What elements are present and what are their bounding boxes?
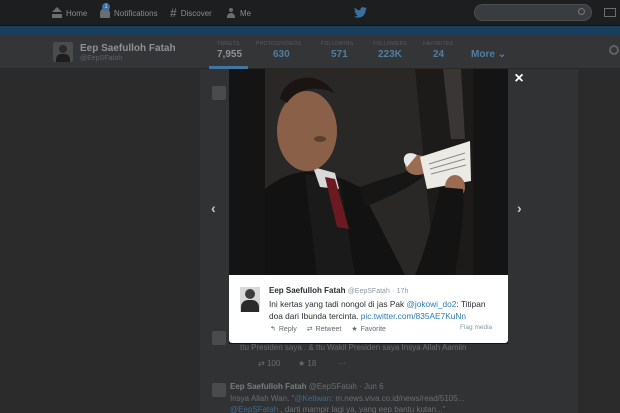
timeline-tweet-line: Insya Allah Wan. "@Ketiwan: m.news.viva.… (230, 394, 464, 403)
gear-icon[interactable] (609, 45, 619, 55)
stat-tweets-value: 7,955 (217, 49, 243, 60)
previous-arrow-icon[interactable]: ‹ (211, 200, 216, 216)
star-icon: ★ (351, 326, 358, 333)
timeline-tweet-text-part: , darti mampir lagi ya, yang eep bantu k… (278, 405, 446, 413)
hashtag-icon: # (170, 6, 177, 20)
tweet-text: Ini kertas yang tadi nongol di jas Pak @… (269, 298, 499, 322)
stat-tweets[interactable]: TWEETS 7,955 (217, 41, 242, 60)
timeline-mention-link[interactable]: @Ketiwan (294, 394, 331, 403)
stat-favorites-label: FAVORITES (423, 41, 454, 47)
flag-media-link[interactable]: Flag media (460, 324, 492, 331)
direct-messages-icon[interactable] (604, 8, 616, 17)
tweet-actions: ↰ Reply ⇄ Retweet ★ Favorite (270, 324, 396, 334)
timeline-more-actions[interactable]: ··· (338, 359, 346, 368)
stat-photos-value: 630 (273, 49, 290, 60)
stat-photos-label: PHOTOS/VIDEOS (256, 41, 302, 47)
timeline-tweet-text-part: Insya Allah Wan. " (230, 394, 295, 403)
timeline-avatar[interactable] (212, 331, 226, 345)
timeline-avatar[interactable] (212, 383, 226, 397)
retweet-count: 100 (266, 359, 281, 368)
tweet-author-handle[interactable]: @EepSFatah (348, 288, 390, 295)
twitter-bird-icon[interactable] (354, 7, 367, 18)
photo-illustration (265, 69, 473, 275)
retweet-icon: ⇄ (306, 326, 313, 333)
star-icon: ★ (298, 359, 306, 368)
tweet-card: Eep Saefulloh Fatah @EepSFatah · 17h Ini… (229, 275, 508, 343)
reply-icon: ↰ (270, 326, 276, 333)
retweet-label: Retweet (315, 325, 342, 333)
stat-tweets-label: TWEETS (217, 41, 240, 47)
nav-me[interactable]: Me (226, 6, 251, 20)
stat-followers[interactable]: FOLLOWERS 223K (373, 41, 407, 60)
nav-home[interactable]: Home (52, 6, 87, 20)
tweet-pic-link[interactable]: pic.twitter.com/835AE7KuNn (361, 311, 466, 321)
favorite-label: Favorite (360, 325, 386, 333)
tweet-text-part: Ini kertas yang tadi nongol di jas Pak (269, 299, 407, 309)
stat-followers-label: FOLLOWERS (373, 41, 408, 47)
tweet-separator: · (392, 288, 395, 295)
search-icon[interactable] (578, 8, 585, 15)
person-icon (226, 8, 236, 18)
notification-count-badge: 1 (102, 3, 110, 11)
timeline-retweet-count[interactable]: ⇄ 100 (258, 359, 280, 368)
timeline-favorite-count[interactable]: ★ 18 (298, 359, 316, 368)
retweet-icon: ⇄ (258, 359, 265, 368)
stat-following-label: FOLLOWING (321, 41, 354, 47)
timeline-tweet-header: Eep Saefulloh Fatah @EepSFatah · Jun 6 (230, 382, 384, 391)
chevron-down-icon: ⌄ (497, 49, 507, 60)
nav-discover-label: Discover (180, 8, 212, 18)
timeline-tweet-text: ttu Presiden saya . & ttu Wakil Presiden… (240, 343, 467, 352)
search-input[interactable] (475, 8, 575, 23)
more-button[interactable]: More ⌄ (471, 49, 506, 60)
timeline-tweet-text-part: : m.news.viva.co.id/news/read/5105... (330, 394, 465, 403)
timeline-tweet-line: @EepSFatah , darti mampir lagi ya, yang … (230, 405, 446, 413)
timeline-avatar[interactable] (212, 86, 226, 100)
tweet-header: Eep Saefulloh Fatah @EepSFatah · 17h (269, 286, 408, 295)
close-icon[interactable]: × (511, 71, 527, 87)
profile-avatar[interactable] (53, 42, 73, 62)
home-icon (52, 7, 62, 18)
reply-label: Reply (278, 325, 297, 333)
profile-header-banner (0, 26, 620, 35)
nav-notifications-label: Notifications (114, 8, 158, 18)
stat-followers-value: 223K (378, 49, 402, 60)
tweet-mention-link[interactable]: @jokowi_do2 (406, 299, 456, 309)
nav-discover[interactable]: # Discover (170, 6, 212, 20)
stat-favorites[interactable]: FAVORITES 24 (423, 41, 453, 60)
favorite-button[interactable]: ★ Favorite (351, 325, 386, 334)
favorite-count: 18 (307, 359, 317, 368)
more-button-label: More (471, 49, 495, 60)
stat-following-value: 571 (331, 49, 348, 60)
tweet-photo[interactable] (265, 69, 473, 275)
timeline-tweet-handle: @EepSFatah · Jun 6 (308, 382, 384, 391)
stat-photos[interactable]: PHOTOS/VIDEOS 630 (256, 41, 301, 60)
nav-me-label: Me (240, 8, 252, 18)
profile-name[interactable]: Eep Saefulloh Fatah (80, 43, 176, 54)
timeline-mention-link[interactable]: @EepSFatah (230, 405, 278, 413)
top-navigation-bar: Home Notifications 1 # Discover Me (0, 0, 620, 26)
timeline-tweet-author[interactable]: Eep Saefulloh Fatah (230, 382, 306, 391)
reply-button[interactable]: ↰ Reply (270, 325, 297, 334)
tweet-author-name[interactable]: Eep Saefulloh Fatah (269, 286, 345, 295)
search-box[interactable] (474, 4, 592, 23)
stat-following[interactable]: FOLLOWING 571 (321, 41, 354, 60)
retweet-button[interactable]: ⇄ Retweet (306, 325, 342, 334)
profile-handle: @EepSFatah (80, 55, 123, 62)
next-arrow-icon[interactable]: › (517, 200, 522, 216)
stat-favorites-value: 24 (433, 49, 445, 60)
tweet-timestamp[interactable]: 17h (397, 288, 409, 295)
tweet-author-avatar[interactable] (240, 287, 260, 312)
nav-home-label: Home (66, 8, 88, 18)
